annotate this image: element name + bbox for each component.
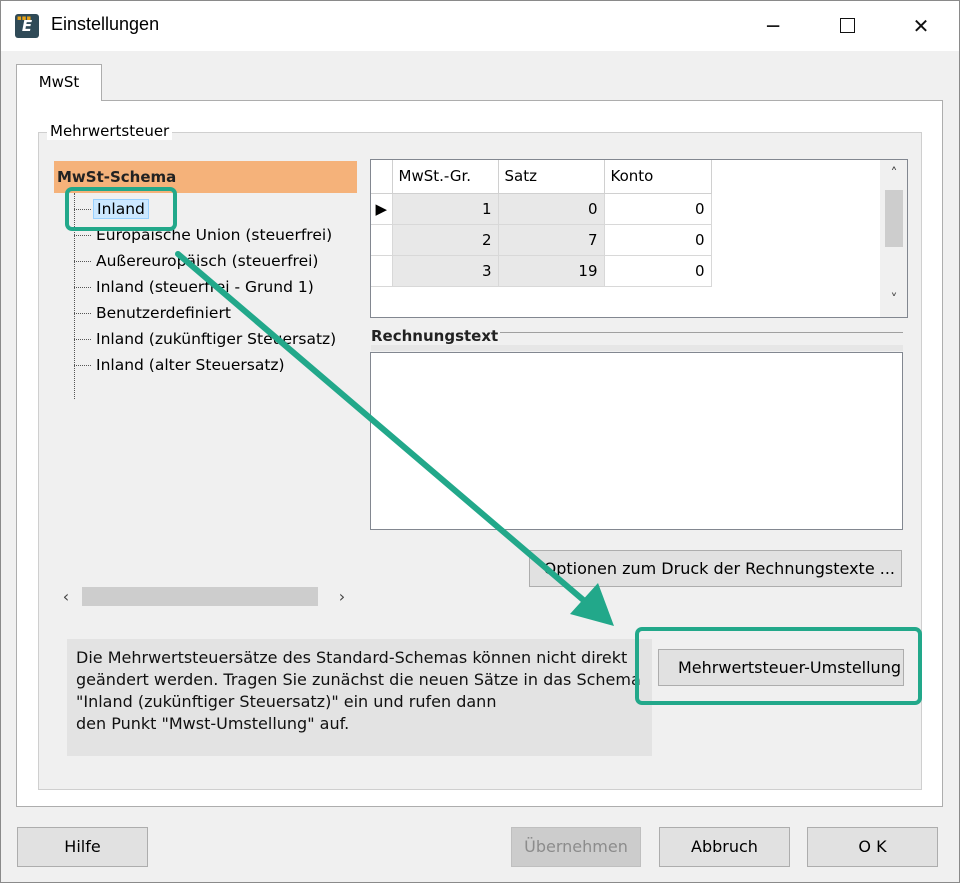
- grid-header-row: MwSt.-Gr. Satz Konto: [371, 160, 712, 194]
- cell-mwst-gr[interactable]: 2: [392, 224, 499, 256]
- scrollbar-thumb[interactable]: [82, 587, 318, 606]
- grid-vertical-scrollbar[interactable]: ˄ ˅: [880, 160, 907, 317]
- grid-header-indicator: [371, 160, 393, 194]
- scroll-left-icon[interactable]: ‹: [54, 584, 78, 609]
- cell-mwst-gr[interactable]: 3: [392, 255, 499, 287]
- annotation-highlight-inland: [65, 187, 177, 231]
- scrollbar-thumb[interactable]: [885, 190, 903, 247]
- scroll-up-icon[interactable]: ˄: [882, 162, 906, 187]
- row-indicator: [371, 224, 393, 256]
- cancel-button[interactable]: Abbruch: [659, 827, 790, 867]
- info-text: Die Mehrwertsteuersätze des Standard-Sch…: [67, 639, 652, 756]
- row-pointer-icon: ▶: [371, 193, 393, 225]
- close-button[interactable]: ✕: [893, 1, 949, 51]
- app-icon: ▪▪▪ E: [15, 14, 39, 38]
- title-bar: ▪▪▪ E Einstellungen ─ ✕: [1, 1, 959, 51]
- cell-konto[interactable]: 0: [604, 224, 712, 256]
- rechnungstext-textarea[interactable]: [370, 352, 903, 530]
- table-row[interactable]: 2 7 0: [371, 224, 712, 256]
- scroll-right-icon[interactable]: ›: [330, 584, 354, 609]
- cell-satz[interactable]: 0: [498, 193, 605, 225]
- cell-satz[interactable]: 19: [498, 255, 605, 287]
- tree-item-aussereuropaeisch[interactable]: Außereuropäisch (steuerfrei): [74, 248, 321, 274]
- tree-item-inland-zukuenftig[interactable]: Inland (zukünftiger Steuersatz): [74, 326, 339, 352]
- tree-item-inland-alt[interactable]: Inland (alter Steuersatz): [74, 352, 288, 378]
- maximize-icon: [839, 18, 855, 33]
- cell-konto[interactable]: 0: [604, 255, 712, 287]
- annotation-highlight-umstellung: [635, 627, 922, 705]
- tree-item-inland-steuerfrei[interactable]: Inland (steuerfrei - Grund 1): [74, 274, 317, 300]
- minimize-icon: ─: [766, 14, 780, 38]
- close-icon: ✕: [912, 14, 930, 38]
- tree-horizontal-scrollbar[interactable]: ‹ ›: [54, 584, 357, 609]
- mwst-rates-grid[interactable]: MwSt.-Gr. Satz Konto ▶ 1 0 0 2 7 0 3 19 …: [370, 159, 908, 318]
- print-options-button[interactable]: Optionen zum Druck der Rechnungstexte ..…: [529, 550, 902, 587]
- settings-window: ▪▪▪ E Einstellungen ─ ✕ MwSt Mehrwertsteu…: [0, 0, 960, 883]
- cell-mwst-gr[interactable]: 1: [392, 193, 499, 225]
- maximize-button[interactable]: [819, 1, 875, 51]
- table-row[interactable]: ▶ 1 0 0: [371, 193, 712, 225]
- help-button[interactable]: Hilfe: [17, 827, 148, 867]
- rechnungstext-label: Rechnungstext: [371, 327, 501, 345]
- group-legend: Mehrwertsteuer: [47, 122, 173, 140]
- tree-item-benutzerdefiniert[interactable]: Benutzerdefiniert: [74, 300, 234, 326]
- minimize-button[interactable]: ─: [745, 1, 801, 51]
- window-title: Einstellungen: [51, 14, 160, 34]
- row-indicator: [371, 255, 393, 287]
- cell-konto[interactable]: 0: [604, 193, 712, 225]
- column-header-mwst-gr[interactable]: MwSt.-Gr.: [392, 160, 499, 194]
- scroll-down-icon[interactable]: ˅: [882, 288, 906, 313]
- cell-satz[interactable]: 7: [498, 224, 605, 256]
- apply-button[interactable]: Übernehmen: [511, 827, 641, 867]
- column-header-satz[interactable]: Satz: [498, 160, 605, 194]
- tab-mwst[interactable]: MwSt: [16, 64, 102, 101]
- rechnungstext-header-strip: [371, 345, 903, 351]
- column-header-konto[interactable]: Konto: [604, 160, 712, 194]
- ok-button[interactable]: O K: [807, 827, 938, 867]
- table-row[interactable]: 3 19 0: [371, 255, 712, 287]
